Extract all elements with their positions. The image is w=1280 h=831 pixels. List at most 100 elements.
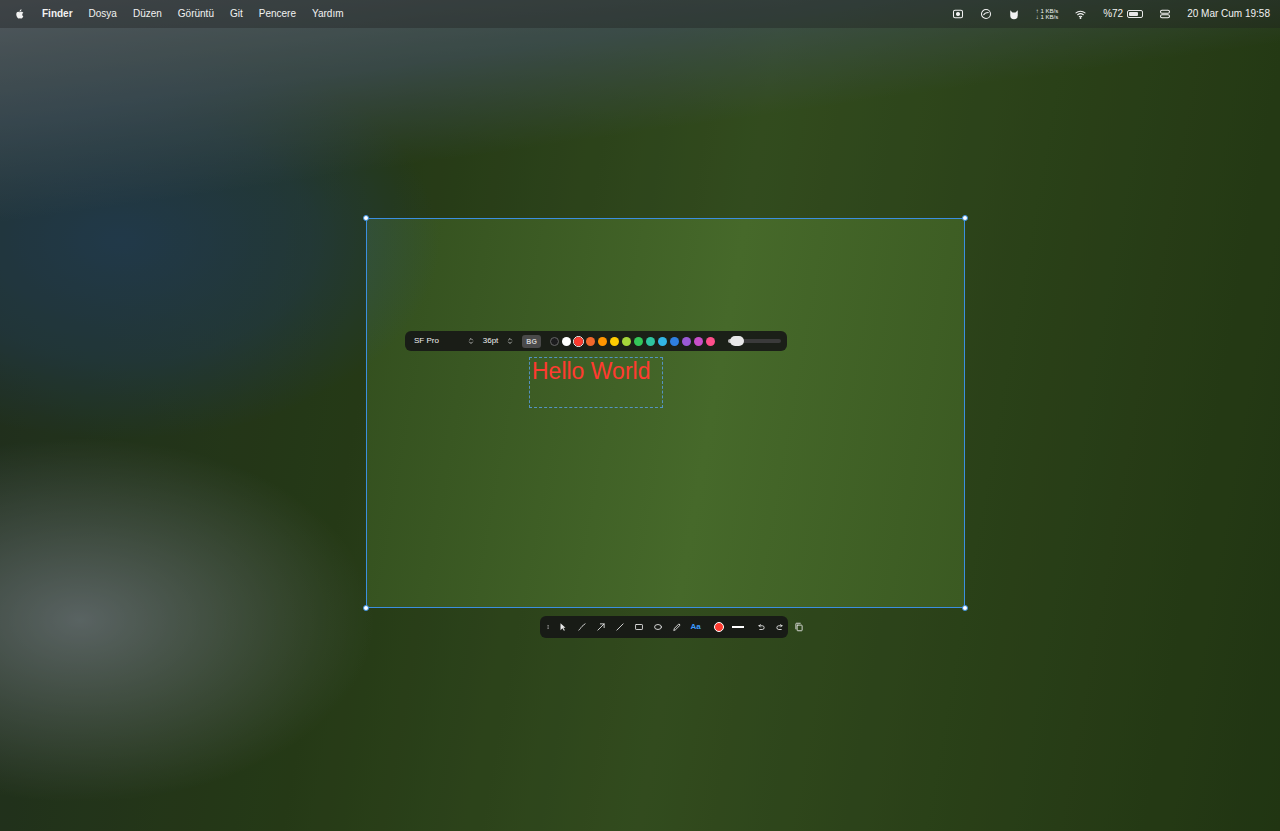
tool-button[interactable]	[669, 619, 684, 635]
menu-item[interactable]: Düzen	[133, 9, 162, 19]
size-picker[interactable]: 36pt	[483, 335, 515, 347]
copy-action	[794, 622, 804, 632]
text-tool: Aa	[690, 623, 700, 631]
menu-bar: Finder Dosya Düzen Görüntü Git Pencere Yardım ↑…	[0, 0, 1280, 28]
menu-item[interactable]: Git	[230, 9, 243, 19]
tool-button[interactable]	[593, 619, 608, 635]
resize-handle[interactable]	[363, 215, 369, 221]
color-swatch[interactable]	[573, 336, 584, 347]
download-speed: ↓ 1 KB/s	[1036, 14, 1058, 20]
tool-button[interactable]	[555, 619, 570, 635]
color-dot	[670, 337, 679, 346]
tool-button[interactable]	[650, 619, 665, 635]
resize-handle[interactable]	[363, 605, 369, 611]
stepper-icon	[467, 337, 475, 345]
color-swatch[interactable]	[549, 336, 560, 347]
undo-action	[756, 622, 766, 632]
redo-action	[775, 622, 785, 632]
battery-fill	[1129, 12, 1138, 16]
stroke-color-dot	[714, 622, 724, 632]
rect-icon	[634, 622, 644, 632]
color-dot	[586, 337, 595, 346]
color-dot	[682, 337, 691, 346]
network-speed[interactable]: ↑ 1 KB/s↓ 1 KB/s	[1036, 8, 1058, 21]
color-swatch[interactable]	[681, 336, 692, 347]
battery-percent: %72	[1103, 9, 1123, 19]
text-toolbar: SF Pro 36pt BG	[405, 331, 787, 351]
stroke-width-button[interactable]	[730, 619, 745, 635]
cat-icon	[1008, 8, 1020, 20]
wifi-icon	[1074, 8, 1087, 20]
redo-icon	[775, 622, 785, 632]
menu-left: Finder Dosya Düzen Görüntü Git Pencere Yardım	[14, 8, 344, 20]
line-tool	[615, 622, 625, 632]
color-swatch[interactable]	[561, 336, 572, 347]
text-tool-label: Aa	[690, 623, 700, 631]
background-toggle[interactable]: BG	[522, 335, 541, 348]
color-dot	[598, 337, 607, 346]
font-picker[interactable]: SF Pro	[414, 335, 475, 347]
select-icon	[558, 622, 568, 632]
copy-icon	[794, 622, 804, 632]
color-swatch[interactable]	[669, 336, 680, 347]
arrow-tool	[596, 622, 606, 632]
color-swatch[interactable]	[657, 336, 668, 347]
rect-tool	[634, 622, 644, 632]
capture-selection[interactable]	[366, 218, 965, 608]
color-swatch[interactable]	[609, 336, 620, 347]
text-annotation[interactable]: Hello World	[529, 357, 663, 408]
color-swatch[interactable]	[633, 336, 644, 347]
annotation-toolbar: Aa	[540, 616, 788, 638]
tool-button[interactable]	[574, 619, 589, 635]
battery-icon	[1127, 10, 1143, 18]
color-dot	[550, 337, 559, 346]
color-dot	[562, 337, 571, 346]
color-dot	[706, 337, 715, 346]
annotation-text[interactable]: Hello World	[532, 358, 650, 384]
ellipse-tool	[653, 622, 663, 632]
color-swatch[interactable]	[597, 336, 608, 347]
drag-handle-icon	[545, 621, 551, 633]
color-dot	[574, 337, 583, 346]
undo-button[interactable]	[753, 619, 768, 635]
font-size: 36pt	[483, 335, 499, 347]
select-tool	[558, 622, 568, 632]
globe-icon	[980, 8, 992, 20]
marker-icon	[672, 622, 682, 632]
battery[interactable]: %72	[1103, 9, 1143, 19]
stroke-color-button[interactable]	[711, 619, 726, 635]
tool-button[interactable]	[612, 619, 627, 635]
color-swatch[interactable]	[705, 336, 716, 347]
color-dot	[646, 337, 655, 346]
app-menu[interactable]: Finder	[42, 9, 73, 19]
pen-tool	[577, 622, 587, 632]
menu-item[interactable]: Pencere	[259, 9, 296, 19]
undo-icon	[756, 622, 766, 632]
color-palette	[549, 336, 716, 347]
color-swatch[interactable]	[645, 336, 656, 347]
upload-speed: ↑ 1 KB/s	[1036, 8, 1058, 14]
color-swatch[interactable]	[693, 336, 704, 347]
pen-icon	[577, 622, 587, 632]
clock[interactable]: 20 Mar Cum 19:58	[1187, 9, 1270, 19]
color-swatch[interactable]	[621, 336, 632, 347]
marker-tool	[672, 622, 682, 632]
menu-item[interactable]: Dosya	[89, 9, 117, 19]
color-dot	[622, 337, 631, 346]
opacity-slider[interactable]	[728, 339, 781, 343]
redo-button[interactable]	[772, 619, 787, 635]
menu-item[interactable]: Yardım	[312, 9, 344, 19]
resize-handle[interactable]	[962, 215, 968, 221]
slider-thumb[interactable]	[730, 336, 744, 346]
color-swatch[interactable]	[585, 336, 596, 347]
color-dot	[658, 337, 667, 346]
color-dot	[610, 337, 619, 346]
control-center-icon	[1159, 8, 1171, 20]
resize-handle[interactable]	[962, 605, 968, 611]
menu-item[interactable]: Görüntü	[178, 9, 214, 19]
ellipse-icon	[653, 622, 663, 632]
tool-button[interactable]	[631, 619, 646, 635]
status-area: ↑ 1 KB/s↓ 1 KB/s %72 20 Mar Cum 19:58	[952, 8, 1270, 21]
tool-button[interactable]: Aa	[688, 619, 703, 635]
copy-button[interactable]	[791, 619, 806, 635]
